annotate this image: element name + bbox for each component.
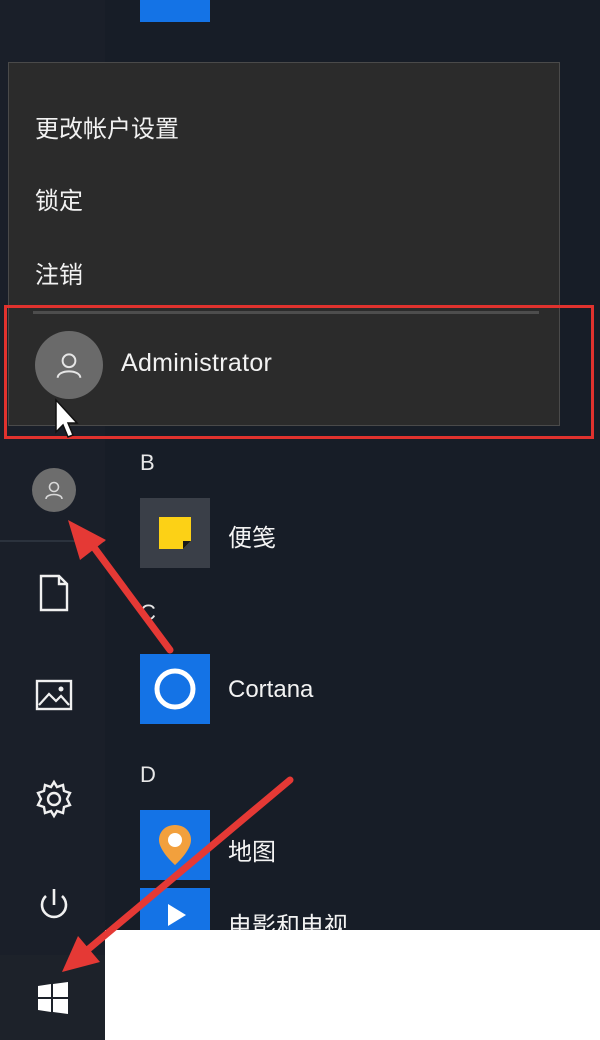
user-avatar-icon [45, 481, 63, 500]
rail-divider [0, 540, 105, 542]
group-letter-d[interactable]: D [140, 762, 156, 788]
movies-tv-tile[interactable] [140, 888, 210, 930]
cortana-icon [154, 668, 196, 710]
windows-logo-icon [37, 981, 68, 1014]
pictures-icon [35, 679, 73, 711]
document-icon [39, 574, 69, 612]
app-label-cortana[interactable]: Cortana [228, 676, 314, 704]
sign-out-item[interactable]: 注销 [35, 255, 83, 290]
maps-icon [159, 825, 191, 865]
app-label-maps[interactable]: 地图 [228, 832, 276, 867]
pictures-button[interactable] [24, 670, 84, 720]
desktop-area [105, 930, 600, 1040]
cortana-tile[interactable] [140, 654, 210, 724]
group-letter-b[interactable]: B [140, 450, 155, 476]
sticky-notes-tile[interactable] [140, 498, 210, 568]
change-account-settings-item[interactable]: 更改帐户设置 [35, 109, 179, 144]
highlight-box [4, 305, 594, 439]
app-label-movies-tv[interactable]: 电影和电视 [228, 906, 348, 930]
lock-item[interactable]: 锁定 [35, 181, 83, 216]
start-button[interactable] [0, 955, 105, 1040]
power-icon [40, 889, 68, 919]
settings-button[interactable] [24, 774, 84, 824]
gear-icon [36, 779, 72, 819]
maps-tile[interactable] [140, 810, 210, 880]
movies-tv-icon [168, 904, 186, 926]
sticky-notes-icon [159, 517, 191, 549]
user-avatar-button[interactable] [32, 468, 76, 512]
group-letter-c[interactable]: C [140, 600, 156, 626]
documents-button[interactable] [24, 568, 84, 618]
power-button[interactable] [24, 880, 84, 930]
app-label-sticky-notes[interactable]: 便笺 [228, 518, 276, 553]
app-tile-partial[interactable] [140, 0, 210, 22]
